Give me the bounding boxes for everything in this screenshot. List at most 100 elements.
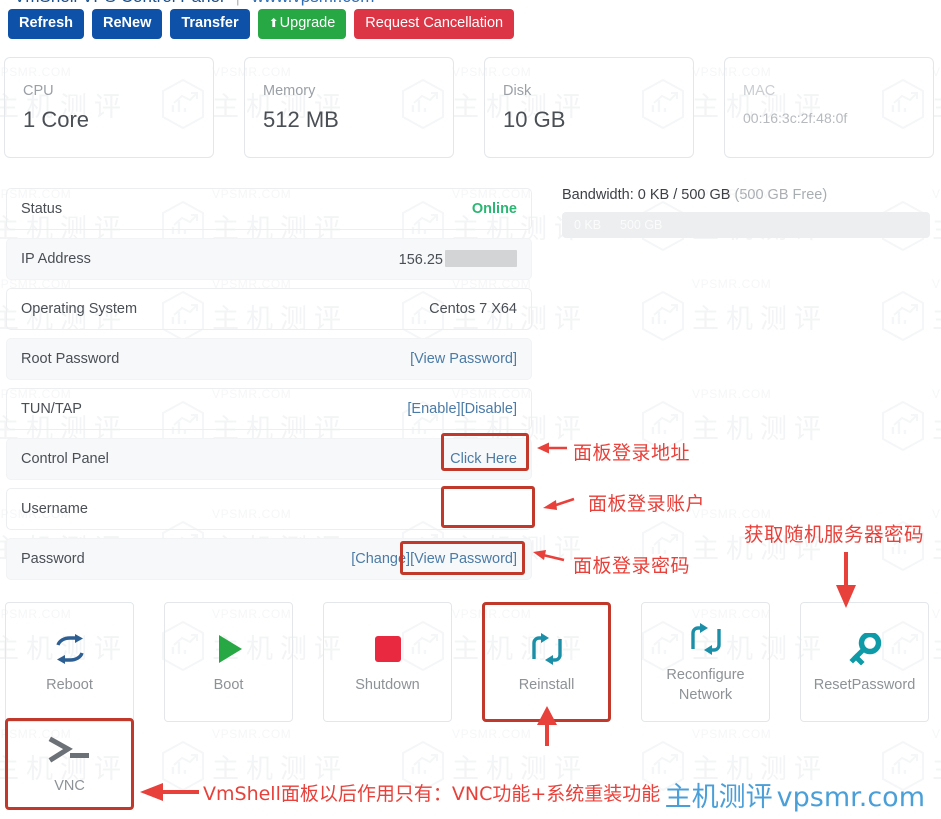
watermark: 主机测评 VPSMR.COM: [880, 387, 941, 452]
action-tile-reconfigure-network[interactable]: Reconfigure Network: [641, 602, 770, 722]
watermark-cn: 主机测评: [932, 527, 941, 566]
status-badge: Online: [471, 201, 517, 217]
username-text: VmShel: [451, 503, 502, 519]
action-tile-resetpassword[interactable]: ResetPassword: [800, 602, 929, 722]
stat-card-value: 00:16:3c:2f:48:0f: [743, 109, 848, 126]
info-row-ip-address: IP Address 156.25: [6, 238, 532, 280]
watermark-cn: 主机测评: [932, 407, 941, 446]
info-row-label: Operating System: [21, 301, 138, 317]
annotation-password: 面板登录密码: [573, 555, 691, 577]
watermark-en: VPSMR.COM: [212, 727, 292, 741]
action-tile-shutdown[interactable]: Shutdown: [323, 602, 452, 722]
reconfigure-icon: [688, 620, 724, 658]
watermark-en: VPSMR.COM: [932, 387, 941, 401]
stat-card-value: 1 Core: [23, 106, 90, 132]
info-row-control-panel: Control Panel Click Here: [6, 438, 532, 480]
stat-card-label: Disk: [503, 83, 532, 99]
watermark-en: VPSMR.COM: [932, 187, 941, 201]
annotation-reset-password: 获取随机服务器密码: [744, 523, 925, 546]
info-row-label: Root Password: [21, 351, 120, 367]
info-row-list: Status Online IP Address 156.25 Operatin…: [6, 188, 532, 588]
stat-card-mac: MAC 00:16:3c:2f:48:0f: [724, 57, 934, 158]
watermark-en: VPSMR.COM: [932, 277, 941, 291]
arrow-username: [543, 497, 575, 510]
stat-card-list: CPU 1 Core Memory 512 MB Disk 10 GB MAC …: [4, 57, 934, 158]
arrow-reset-password: [836, 552, 856, 608]
toolbar: Refresh ReNew Transfer ⬆Upgrade Request Canc…: [8, 9, 515, 39]
action-tile-label: Reconfigure Network: [666, 667, 745, 703]
watermark-cn: 主机测评: [932, 207, 941, 246]
ip-address-text: 156.25: [398, 252, 443, 268]
info-row-root-password: Root Password [View Password]: [6, 338, 532, 380]
vnc-tile-label: VNC: [54, 778, 85, 795]
toolbar-button-label: Transfer: [181, 15, 239, 31]
page-root: 主机测评 VPSMR.COM 主机测评 VPSMR.COM 主机测评 VPSMR…: [0, 0, 941, 819]
info-row-label: Username: [21, 501, 88, 517]
info-row-label: Control Panel: [21, 451, 109, 467]
vpsmr-logo-icon: [642, 290, 684, 342]
info-row-tun-tap: TUN/TAP [Enable][Disable]: [6, 388, 532, 430]
watermark: 主机测评 VPSMR.COM: [640, 277, 828, 342]
action-tile-label: Boot: [213, 677, 244, 694]
toolbar-button-renew[interactable]: ReNew: [92, 9, 163, 39]
annotation-vnc: VmShell面板以后作用只有：VNC功能+系统重装功能: [203, 783, 661, 805]
watermark-en: VPSMR.COM: [932, 607, 941, 621]
row-action-link[interactable]: [Enable][Disable]: [407, 401, 517, 417]
row-value-text: Centos 7 X64: [429, 301, 517, 317]
row-action-link[interactable]: [View Password]: [410, 351, 517, 367]
stat-card-disk: Disk 10 GB: [484, 57, 694, 158]
reinstall-icon: [529, 630, 565, 668]
watermark-cn: 主机测评: [692, 303, 828, 335]
key-icon: [848, 630, 882, 668]
vnc-tile[interactable]: VNC: [5, 718, 134, 810]
toolbar-button-refresh[interactable]: Refresh: [8, 9, 84, 39]
arrow-control-panel: [537, 442, 567, 454]
action-tile-list: Reboot Boot Shutdown Reinstall Reconfigu…: [5, 602, 929, 722]
play-icon: [212, 630, 246, 668]
annotation-control-panel: 面板登录地址: [573, 442, 691, 464]
row-action-links: [Change][View Password]: [351, 551, 517, 567]
info-row-label: TUN/TAP: [21, 401, 82, 417]
stat-card-value: 10 GB: [503, 106, 566, 132]
action-tile-label: Reboot: [46, 677, 93, 694]
action-tile-label: ResetPassword: [813, 677, 916, 694]
action-tile-reboot[interactable]: Reboot: [5, 602, 134, 722]
info-row-operating-system: Operating System Centos 7 X64: [6, 288, 532, 330]
watermark-en: VPSMR.COM: [692, 387, 772, 401]
vpsmr-logo-icon: [882, 290, 924, 342]
vnc-tile-wrap: VNC: [5, 718, 134, 810]
bandwidth-section: Bandwidth: 0 KB / 500 GB (500 GB Free) 0…: [562, 187, 930, 238]
watermark-en: VPSMR.COM: [932, 727, 941, 741]
action-tile-reinstall[interactable]: Reinstall: [482, 602, 611, 722]
ip-redaction-mask: [445, 250, 517, 267]
watermark-en: VPSMR.COM: [692, 277, 772, 291]
row-action-link[interactable]: Click Here: [450, 451, 517, 467]
info-row-label: IP Address: [21, 251, 91, 267]
ip-address-value: 156.25: [399, 250, 517, 268]
toolbar-button-label: ReNew: [103, 15, 152, 31]
up-arrow-icon: ⬆: [268, 16, 279, 30]
brand-watermark: 主机测评 vpsmr.com: [665, 775, 925, 814]
info-row-label: Password: [21, 551, 85, 567]
bandwidth-usage-text: Bandwidth: 0 KB / 500 GB: [562, 187, 731, 203]
toolbar-button-request-cancellation[interactable]: Request Cancellation: [354, 9, 515, 39]
stat-card-label: CPU: [23, 83, 54, 99]
view-password-link[interactable]: [View Password]: [410, 551, 517, 567]
stat-card-cpu: CPU 1 Core: [4, 57, 214, 158]
change-password-link[interactable]: [Change]: [351, 551, 410, 567]
info-row-label: Status: [21, 201, 63, 217]
toolbar-button-label: Request Cancellation: [365, 15, 504, 31]
vpsmr-logo-icon: [882, 400, 924, 452]
watermark-cn: 主机测评: [932, 627, 941, 666]
bandwidth-free-text: (500 GB Free): [734, 187, 828, 203]
stat-card-label: Memory: [263, 83, 316, 99]
action-tile-boot[interactable]: Boot: [164, 602, 293, 722]
action-tile-label: Reinstall: [518, 677, 575, 694]
page-title-url: www.vpsmr.com: [252, 0, 375, 6]
username-value: VmShel: [451, 499, 517, 519]
action-tile-label: Shutdown: [355, 677, 420, 694]
watermark-en: VPSMR.COM: [932, 507, 941, 521]
info-row-username: Username VmShel: [6, 488, 532, 530]
toolbar-button-upgrade[interactable]: ⬆Upgrade: [257, 9, 347, 39]
toolbar-button-transfer[interactable]: Transfer: [170, 9, 250, 39]
